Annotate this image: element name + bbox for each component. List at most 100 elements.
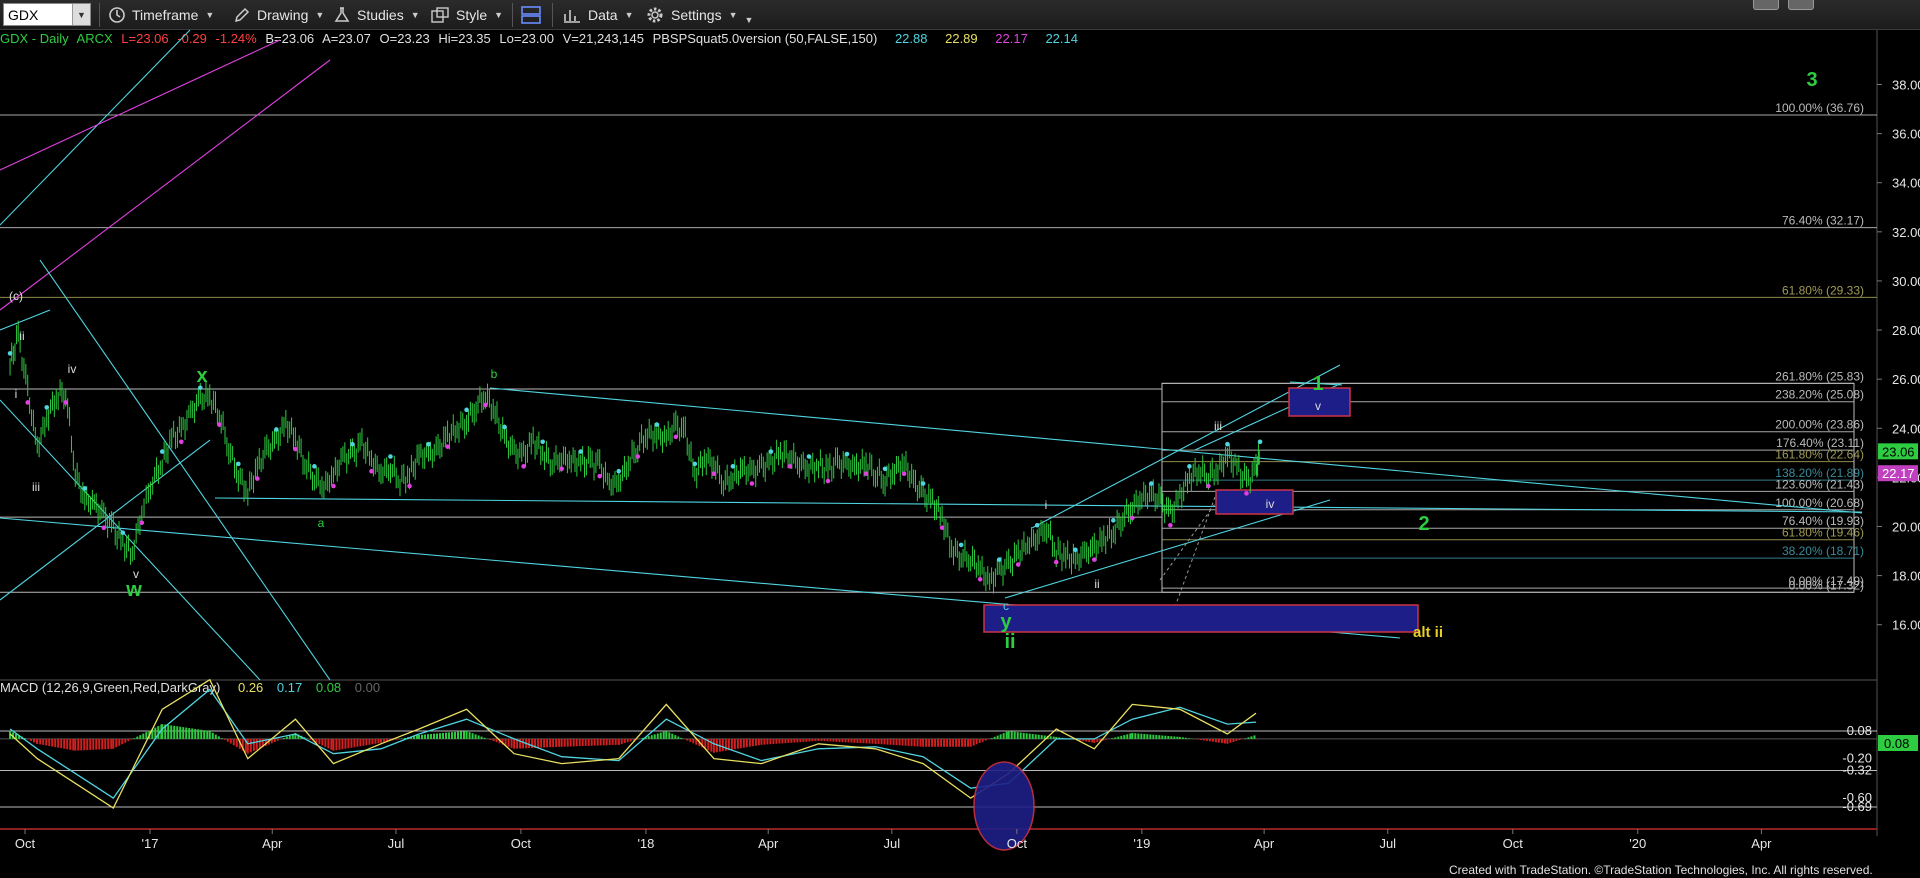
- study-dot: [939, 525, 945, 531]
- x-tick-label: Jul: [884, 836, 901, 851]
- fib-level-label: 38.20% (18.71): [1782, 544, 1864, 558]
- fib-level-label: 261.80% (25.83): [1775, 369, 1864, 383]
- trend-channel-line: [0, 59, 331, 311]
- fib-level-label: 200.00% (23.86): [1775, 418, 1864, 432]
- trend-channel-line: [0, 309, 51, 331]
- study-dot: [920, 481, 926, 486]
- macd-line: [9, 678, 1257, 809]
- study-dot: [331, 483, 336, 489]
- study-dot: [369, 468, 374, 474]
- fib-retracement-box: [1161, 382, 1855, 593]
- study-dot: [540, 439, 545, 445]
- x-tick-label: Apr: [262, 836, 283, 851]
- study-dot: [692, 461, 698, 467]
- study-dot: [464, 407, 469, 413]
- y-tick-label: 26.00: [1892, 372, 1920, 387]
- footer-credit: Created with TradeStation. ©TradeStation…: [1449, 863, 1873, 877]
- trend-channel-line: [0, 39, 281, 171]
- study-dot: [178, 439, 184, 445]
- x-tick-label: '17: [142, 836, 159, 851]
- study-dot: [559, 466, 564, 472]
- study-dot: [806, 454, 812, 459]
- wave-label: iii: [32, 480, 40, 494]
- study-dot: [139, 520, 145, 526]
- x-tick-label: Jul: [1379, 836, 1396, 851]
- wave-label: ii: [19, 329, 24, 343]
- x-tick-label: '19: [1133, 836, 1150, 851]
- study-dot: [787, 464, 793, 469]
- y-tick-label: 32.00: [1892, 225, 1920, 240]
- study-dot: [673, 434, 679, 440]
- fib-level-label: 61.80% (29.33): [1782, 283, 1864, 297]
- x-tick-label: Oct: [15, 836, 36, 851]
- y-tick-label: 24.00: [1892, 421, 1920, 436]
- fib-level-label: 61.80% (19.46): [1782, 526, 1864, 540]
- wave-label: 3: [1806, 69, 1817, 91]
- fib-level-label: 76.40% (32.17): [1782, 214, 1864, 228]
- study-dot: [407, 483, 412, 489]
- wave-label: (c): [9, 289, 23, 303]
- y-tick-label: 16.00: [1892, 618, 1920, 633]
- study-dot: [1149, 481, 1154, 486]
- y-tick-label: 28.00: [1892, 323, 1920, 338]
- study-dot: [730, 464, 736, 469]
- study-dot: [901, 471, 907, 476]
- study-dot: [483, 402, 488, 408]
- wave-label: y: [1000, 611, 1012, 633]
- fib-level-label: 100.00% (36.76): [1775, 101, 1864, 115]
- study-dot: [312, 464, 317, 469]
- study-dot: [977, 576, 983, 582]
- trend-channel-line: [39, 259, 331, 681]
- study-dot: [255, 476, 260, 481]
- study-dot: [159, 449, 165, 454]
- study-dot: [1072, 547, 1078, 553]
- fib-level-label: 161.80% (22.64): [1775, 448, 1864, 462]
- macd-value-label: 0.08: [1884, 736, 1909, 751]
- study-dot: [1206, 483, 1211, 489]
- study-dot: [1015, 562, 1021, 567]
- fib-level-label: 238.20% (25.08): [1775, 388, 1864, 402]
- study-dot: [521, 464, 526, 469]
- study-dot: [1111, 518, 1116, 523]
- x-tick-label: Apr: [758, 836, 779, 851]
- x-tick-label: Apr: [1254, 836, 1275, 851]
- candle-series: [9, 320, 1260, 594]
- macd-tick-label: -0.69: [1842, 799, 1872, 814]
- study-dot: [1130, 515, 1135, 521]
- wave-label: ii: [1004, 631, 1015, 653]
- study-price-label: 22.17: [1882, 466, 1915, 481]
- study-dot: [825, 478, 831, 484]
- macd-tick-label: -0.32: [1842, 762, 1872, 777]
- study-dot: [388, 454, 393, 459]
- study-dot: [82, 486, 88, 491]
- study-dot: [863, 471, 869, 476]
- y-tick-label: 18.00: [1892, 569, 1920, 584]
- wave-label: i: [15, 387, 18, 401]
- study-dot: [63, 400, 69, 405]
- target-zone-box: [1215, 489, 1294, 515]
- price-chart[interactable]: 38.00 36.00 34.00 32.00 30.00 28.00 26.00 24.00…: [0, 0, 1920, 878]
- y-tick-label: 20.00: [1892, 519, 1920, 534]
- study-dot: [1244, 491, 1249, 496]
- study-dot: [101, 525, 107, 531]
- study-dot: [1034, 522, 1040, 528]
- wave-label: iv: [1266, 497, 1275, 511]
- wave-label: ii: [1094, 577, 1099, 591]
- fib-level-label: 0.00% (17.32): [1789, 578, 1864, 592]
- study-dot: [445, 444, 450, 449]
- study-dot: [25, 400, 31, 405]
- macd-signal-line: [9, 688, 1257, 799]
- study-dot: [996, 557, 1002, 562]
- y-tick-label: 36.00: [1892, 127, 1920, 142]
- study-dot: [749, 481, 755, 486]
- wave-label: a: [318, 516, 325, 530]
- study-dot: [844, 451, 850, 457]
- study-dot: [1053, 559, 1059, 565]
- study-dot: [1225, 441, 1230, 447]
- target-zone-box: [983, 604, 1419, 633]
- wave-label: w: [125, 579, 142, 601]
- study-dot: [350, 441, 355, 447]
- last-price-label: 23.06: [1882, 444, 1915, 459]
- y-tick-label: 38.00: [1892, 78, 1920, 93]
- wave-label: iii: [1214, 419, 1222, 433]
